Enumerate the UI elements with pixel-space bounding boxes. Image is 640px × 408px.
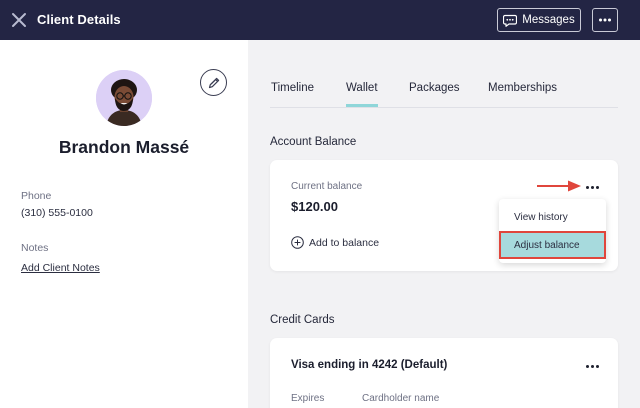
dot-icon <box>585 364 589 368</box>
phone-value: (310) 555-0100 <box>21 207 93 219</box>
notes-label: Notes <box>21 242 49 254</box>
tab-memberships[interactable]: Memberships <box>488 82 557 94</box>
client-tabs: Timeline Wallet Packages Memberships <box>270 82 618 108</box>
cardholder-name-label: Cardholder name <box>362 393 440 404</box>
expires-label: Expires <box>291 393 325 404</box>
page-title: Client Details <box>37 12 121 27</box>
balance-more-button[interactable] <box>584 182 600 192</box>
messages-label: Messages <box>522 14 575 26</box>
more-options-button[interactable] <box>592 8 618 32</box>
avatar-image <box>96 70 152 126</box>
add-to-balance-label: Add to balance <box>309 236 380 249</box>
credit-card-item: Visa ending in 4242 (Default) Expires Ca… <box>270 338 618 408</box>
menu-item-adjust-balance[interactable]: Adjust balance <box>499 231 606 259</box>
chat-icon <box>503 14 518 27</box>
menu-item-view-history[interactable]: View history <box>499 203 606 231</box>
add-client-notes-link[interactable]: Add Client Notes <box>21 262 100 274</box>
credit-card-more-button[interactable] <box>584 361 600 371</box>
dot-icon <box>585 185 589 189</box>
credit-card-title: Visa ending in 4242 (Default) <box>291 359 448 371</box>
account-balance-heading: Account Balance <box>270 136 357 148</box>
dot-icon <box>595 185 599 189</box>
tab-wallet[interactable]: Wallet <box>346 82 378 107</box>
client-name: Brandon Massé <box>58 137 190 157</box>
avatar <box>96 70 152 126</box>
header-bar: Client Details Messages <box>0 0 640 40</box>
more-horizontal-icon <box>599 18 611 22</box>
balance-amount: $120.00 <box>291 199 338 214</box>
annotation-arrow-icon <box>537 180 581 192</box>
messages-button[interactable]: Messages <box>497 8 581 32</box>
balance-options-menu: View history Adjust balance <box>499 199 606 263</box>
current-balance-label: Current balance <box>291 181 363 192</box>
phone-label: Phone <box>21 190 52 202</box>
tab-packages[interactable]: Packages <box>409 82 460 94</box>
plus-circle-icon <box>291 236 304 249</box>
pencil-icon <box>208 77 219 88</box>
client-profile-panel: Brandon Massé Phone (310) 555-0100 Notes… <box>0 40 248 408</box>
dot-icon <box>590 185 594 189</box>
close-icon[interactable] <box>10 11 28 29</box>
tab-timeline[interactable]: Timeline <box>271 82 314 94</box>
dot-icon <box>590 364 594 368</box>
dot-icon <box>595 364 599 368</box>
edit-client-button[interactable] <box>200 69 227 96</box>
credit-cards-heading: Credit Cards <box>270 314 335 326</box>
add-to-balance-button[interactable]: Add to balance <box>291 236 379 249</box>
